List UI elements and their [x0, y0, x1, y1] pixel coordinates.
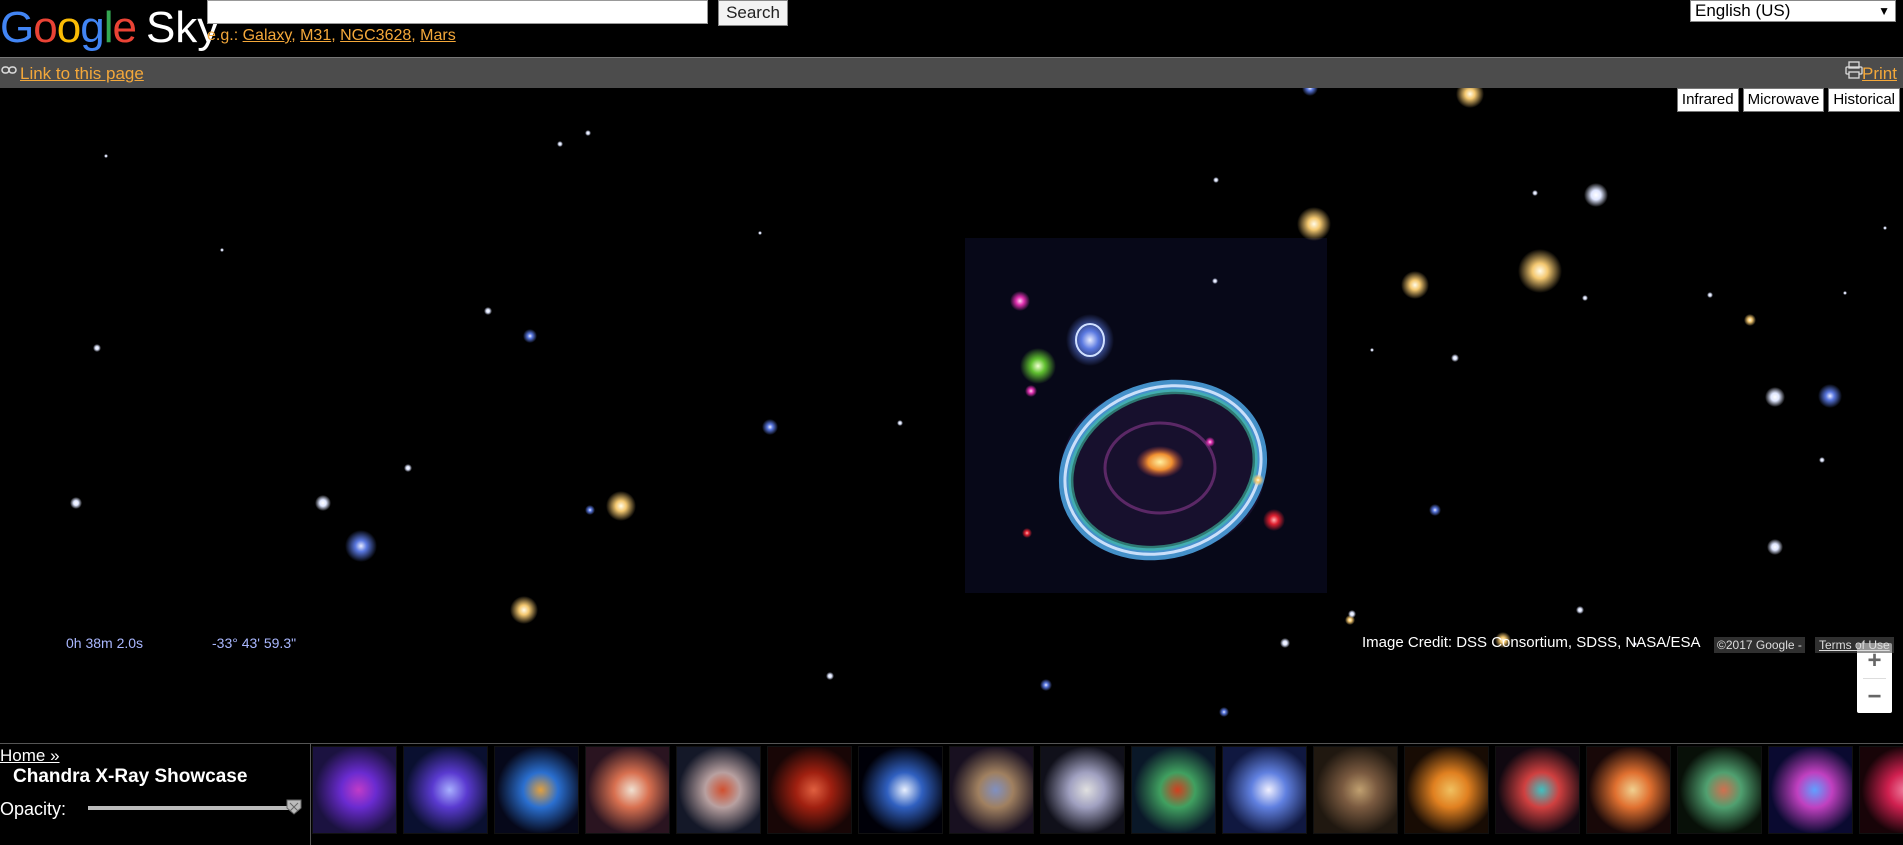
opacity-label: Opacity: — [0, 799, 67, 819]
showcase-title: Chandra X-Ray Showcase — [13, 766, 248, 787]
example-link-m31[interactable]: M31 — [300, 27, 331, 44]
declination: -33° 43' 59.3" — [212, 635, 297, 651]
language-selected-value: English (US) — [1695, 1, 1791, 20]
thumb-2[interactable] — [403, 746, 488, 834]
right-ascension: 0h 38m 2.0s — [66, 635, 144, 651]
thumb-8[interactable] — [949, 746, 1034, 834]
thumb-5[interactable] — [676, 746, 761, 834]
examples-prefix: e.g.: — [207, 27, 239, 44]
thumb-13[interactable] — [1404, 746, 1489, 834]
opacity-slider[interactable] — [88, 806, 298, 810]
google-sky-logo[interactable]: Google Sky — [0, 2, 219, 54]
layer-button-microwave[interactable]: Microwave — [1742, 88, 1825, 112]
header: Google Sky Search e.g.: Galaxy, M31, NGC3… — [0, 0, 1903, 57]
printer-icon[interactable] — [1845, 61, 1863, 79]
zoom-out-button[interactable]: − — [1857, 679, 1892, 714]
image-credit: Image Credit: DSS Consortium, SDSS, NASA… — [1362, 634, 1701, 651]
thumb-12[interactable] — [1313, 746, 1398, 834]
thumb-1[interactable] — [312, 746, 397, 834]
search-input[interactable] — [207, 0, 708, 24]
layer-button-historical[interactable]: Historical — [1828, 88, 1900, 112]
layer-button-infrared[interactable]: Infrared — [1676, 88, 1739, 112]
link-icon — [1, 66, 17, 74]
zoom-control: + − — [1857, 643, 1892, 713]
dropdown-arrow-icon: ▼ — [1878, 4, 1890, 18]
link-bar: Link to this page Print — [0, 57, 1903, 89]
layer-buttons: Infrared Microwave Historical — [1676, 88, 1900, 112]
thumb-7[interactable] — [858, 746, 943, 834]
opacity-slider-handle[interactable] — [286, 799, 302, 815]
example-link-ngc3628[interactable]: NGC3628 — [340, 27, 411, 44]
home-link[interactable]: Home » — [0, 746, 60, 766]
language-select[interactable]: English (US) ▼ — [1690, 0, 1896, 22]
thumb-6[interactable] — [767, 746, 852, 834]
thumb-11[interactable] — [1222, 746, 1307, 834]
link-to-page[interactable]: Link to this page — [20, 64, 144, 84]
thumb-4[interactable] — [585, 746, 670, 834]
thumb-14[interactable] — [1495, 746, 1580, 834]
thumb-18[interactable] — [1859, 746, 1903, 834]
print-link[interactable]: Print — [1862, 64, 1897, 84]
thumb-17[interactable] — [1768, 746, 1853, 834]
copyright: ©2017 Google - — [1714, 637, 1805, 653]
thumbnail-strip — [312, 746, 1903, 834]
example-link-mars[interactable]: Mars — [420, 27, 456, 44]
thumb-3[interactable] — [494, 746, 579, 834]
terms-of-use-link[interactable]: Terms of Use — [1815, 637, 1894, 653]
example-link-galaxy[interactable]: Galaxy — [243, 27, 292, 44]
thumb-10[interactable] — [1131, 746, 1216, 834]
thumb-15[interactable] — [1586, 746, 1671, 834]
search-examples: e.g.: Galaxy, M31, NGC3628, Mars — [207, 27, 456, 44]
showcase-panel: Home » Chandra X-Ray Showcase Opacity: — [0, 744, 311, 845]
bottom-panel: Home » Chandra X-Ray Showcase Opacity: — [0, 743, 1903, 845]
thumb-9[interactable] — [1040, 746, 1125, 834]
thumb-16[interactable] — [1677, 746, 1762, 834]
search-button[interactable]: Search — [718, 0, 788, 26]
